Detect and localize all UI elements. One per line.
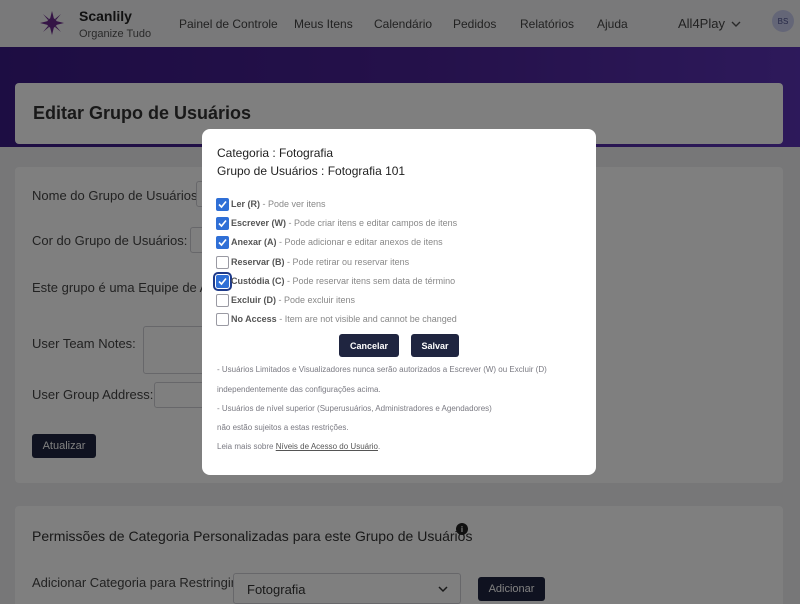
modal-category-line: Categoria : Fotografia — [217, 146, 334, 160]
note-line: - Usuários de nível superior (Superusuár… — [217, 404, 492, 413]
permission-code: Escrever (W) — [231, 218, 287, 228]
permission-custody[interactable]: Custódia (C) - Pode reservar itens sem d… — [213, 271, 456, 291]
permission-desc: - Pode reservar itens sem data de términ… — [284, 276, 456, 286]
checkbox-checked-icon[interactable] — [213, 271, 232, 291]
permission-desc: - Pode excluir itens — [276, 295, 356, 305]
permission-code: Ler (R) — [231, 199, 260, 209]
save-button[interactable]: Salvar — [411, 334, 459, 357]
permission-code: No Access — [231, 314, 277, 324]
permission-code: Reservar (B) — [231, 257, 285, 267]
permission-code: Anexar (A) — [231, 237, 277, 247]
access-levels-link[interactable]: Níveis de Acesso do Usuário — [276, 442, 378, 451]
checkbox-checked-icon[interactable] — [216, 197, 229, 211]
permission-code: Excluir (D) — [231, 295, 277, 305]
checkbox-checked-icon[interactable] — [216, 216, 229, 230]
permission-desc: - Pode adicionar e editar anexos de iten… — [276, 237, 443, 247]
permission-read[interactable]: Ler (R) - Pode ver itens — [216, 197, 326, 211]
permission-desc: - Pode criar itens e editar campos de it… — [286, 218, 458, 228]
permission-no-access[interactable]: No Access - Item are not visible and can… — [216, 312, 457, 326]
permission-code: Custódia (C) — [231, 276, 285, 286]
permission-reserve[interactable]: Reservar (B) - Pode retirar ou reservar … — [216, 255, 409, 269]
checkbox-checked-icon[interactable] — [216, 235, 229, 249]
permission-desc: - Pode retirar ou reservar itens — [284, 257, 410, 267]
permission-write[interactable]: Escrever (W) - Pode criar itens e editar… — [216, 216, 457, 230]
note-line: - Usuários Limitados e Visualizadores nu… — [217, 365, 547, 374]
permission-attach[interactable]: Anexar (A) - Pode adicionar e editar ane… — [216, 235, 443, 249]
read-more-suffix: . — [377, 442, 381, 451]
read-more-prefix: Leia mais sobre — [217, 442, 276, 451]
permissions-modal: Categoria : Fotografia Grupo de Usuários… — [202, 129, 596, 475]
checkbox-unchecked-icon[interactable] — [216, 293, 229, 307]
checkbox-unchecked-icon[interactable] — [216, 312, 229, 326]
read-more-line: Leia mais sobre Níveis de Acesso do Usuá… — [217, 442, 380, 451]
permission-desc: - Item are not visible and cannot be cha… — [276, 314, 457, 324]
permission-delete[interactable]: Excluir (D) - Pode excluir itens — [216, 293, 355, 307]
permission-desc: - Pode ver itens — [260, 199, 326, 209]
note-line: independentemente das configurações acim… — [217, 385, 381, 394]
cancel-button[interactable]: Cancelar — [339, 334, 399, 357]
note-line: não estão sujeitos a estas restrições. — [217, 423, 349, 432]
modal-group-line: Grupo de Usuários : Fotografia 101 — [217, 164, 406, 178]
checkbox-unchecked-icon[interactable] — [216, 255, 229, 269]
